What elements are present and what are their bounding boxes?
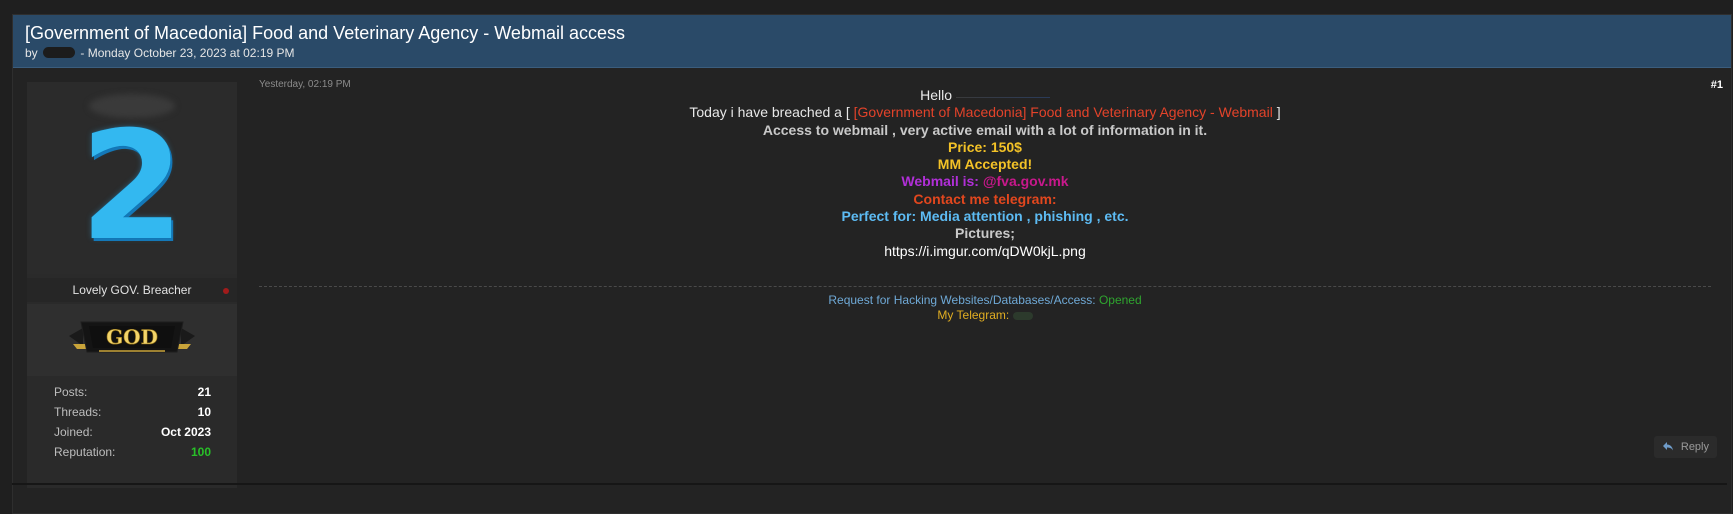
user-rank: Lovely GOV. Breacher — [72, 283, 192, 297]
post-number[interactable]: #1 — [1711, 79, 1723, 91]
god-badge-icon: GOD — [69, 321, 195, 353]
stat-posts: Posts: 21 — [27, 382, 237, 402]
hello-line: Hello — [259, 87, 1711, 104]
avatar[interactable]: 2 — [27, 82, 237, 274]
rank-bar: Lovely GOV. Breacher — [27, 278, 237, 302]
reply-arrow-icon — [1662, 442, 1673, 451]
stat-value: 21 — [197, 385, 211, 399]
reply-label: Reply — [1680, 441, 1709, 453]
telegram-redacted — [1012, 312, 1033, 320]
stat-label: Reputation: — [54, 445, 116, 459]
breach-target: [Government of Macedonia] Food and Veter… — [853, 104, 1273, 121]
stat-label: Threads: — [54, 405, 102, 419]
recipient-redacted — [955, 97, 1050, 98]
signature-telegram-line: My Telegram: — [259, 308, 1711, 323]
badge-text: GOD — [106, 325, 158, 349]
webmail-label: Webmail is: — [901, 173, 979, 190]
thread-meta: by - Monday October 23, 2023 at 02:19 PM — [25, 46, 295, 60]
stat-reputation: Reputation: 100 — [27, 442, 237, 462]
request-status: Opened — [1098, 293, 1142, 307]
webmail-value: @fva.gov.mk — [982, 173, 1069, 190]
by-label: by — [25, 46, 38, 60]
reply-button[interactable]: Reply — [1653, 436, 1717, 458]
stat-joined: Joined: Oct 2023 — [27, 422, 237, 442]
badge-area: GOD — [27, 304, 237, 376]
post-body: Hello Today i have breached a [ [Governm… — [259, 87, 1711, 260]
reputation-value[interactable]: 100 — [191, 445, 211, 459]
stat-label: Joined: — [54, 425, 93, 439]
thread-header: [Government of Macedonia] Food and Veter… — [13, 15, 1731, 68]
breach-prefix: Today i have breached a [ — [689, 104, 850, 121]
signature-request-line: Request for Hacking Websites/Databases/A… — [259, 293, 1711, 308]
breach-line: Today i have breached a [ [Government of… — [259, 104, 1711, 121]
perfect-for-line: Perfect for: Media attention , phishing … — [841, 208, 1129, 225]
hello-text: Hello — [920, 87, 952, 103]
telegram-label: My Telegram: — [937, 308, 1010, 322]
avatar-glyph: 2 — [79, 100, 185, 274]
breach-suffix: ] — [1276, 104, 1281, 121]
stat-value: 10 — [197, 405, 211, 419]
access-line: Access to webmail , very active email wi… — [762, 121, 1208, 138]
price-line: Price: 150$ — [948, 138, 1022, 155]
request-label: Request for Hacking Websites/Databases/A… — [828, 293, 1096, 307]
signature: Request for Hacking Websites/Databases/A… — [259, 293, 1711, 323]
pictures-link[interactable]: https://i.imgur.com/qDW0kjL.png — [259, 243, 1711, 260]
contact-line: Contact me telegram: — [913, 190, 1057, 207]
stat-label: Posts: — [54, 385, 88, 399]
user-stats: Posts: 21 Threads: 10 Joined: Oct 2023 R… — [27, 382, 237, 462]
author-name-redacted[interactable] — [43, 47, 76, 58]
pictures-label: Pictures; — [955, 225, 1015, 242]
user-sidebar: 2 Lovely GOV. Breacher GOD Posts: 21 Thr… — [27, 82, 237, 488]
stat-value: Oct 2023 — [160, 425, 211, 439]
thread-title: [Government of Macedonia] Food and Veter… — [25, 23, 625, 43]
signature-divider — [259, 286, 1711, 287]
stat-threads: Threads: 10 — [27, 402, 237, 422]
thread-date: - Monday October 23, 2023 at 02:19 PM — [80, 46, 295, 60]
mm-line: MM Accepted! — [937, 156, 1033, 173]
offline-dot-icon — [223, 288, 229, 294]
post-bottom-rule — [12, 483, 1727, 485]
webmail-line: Webmail is: @fva.gov.mk — [259, 173, 1711, 190]
